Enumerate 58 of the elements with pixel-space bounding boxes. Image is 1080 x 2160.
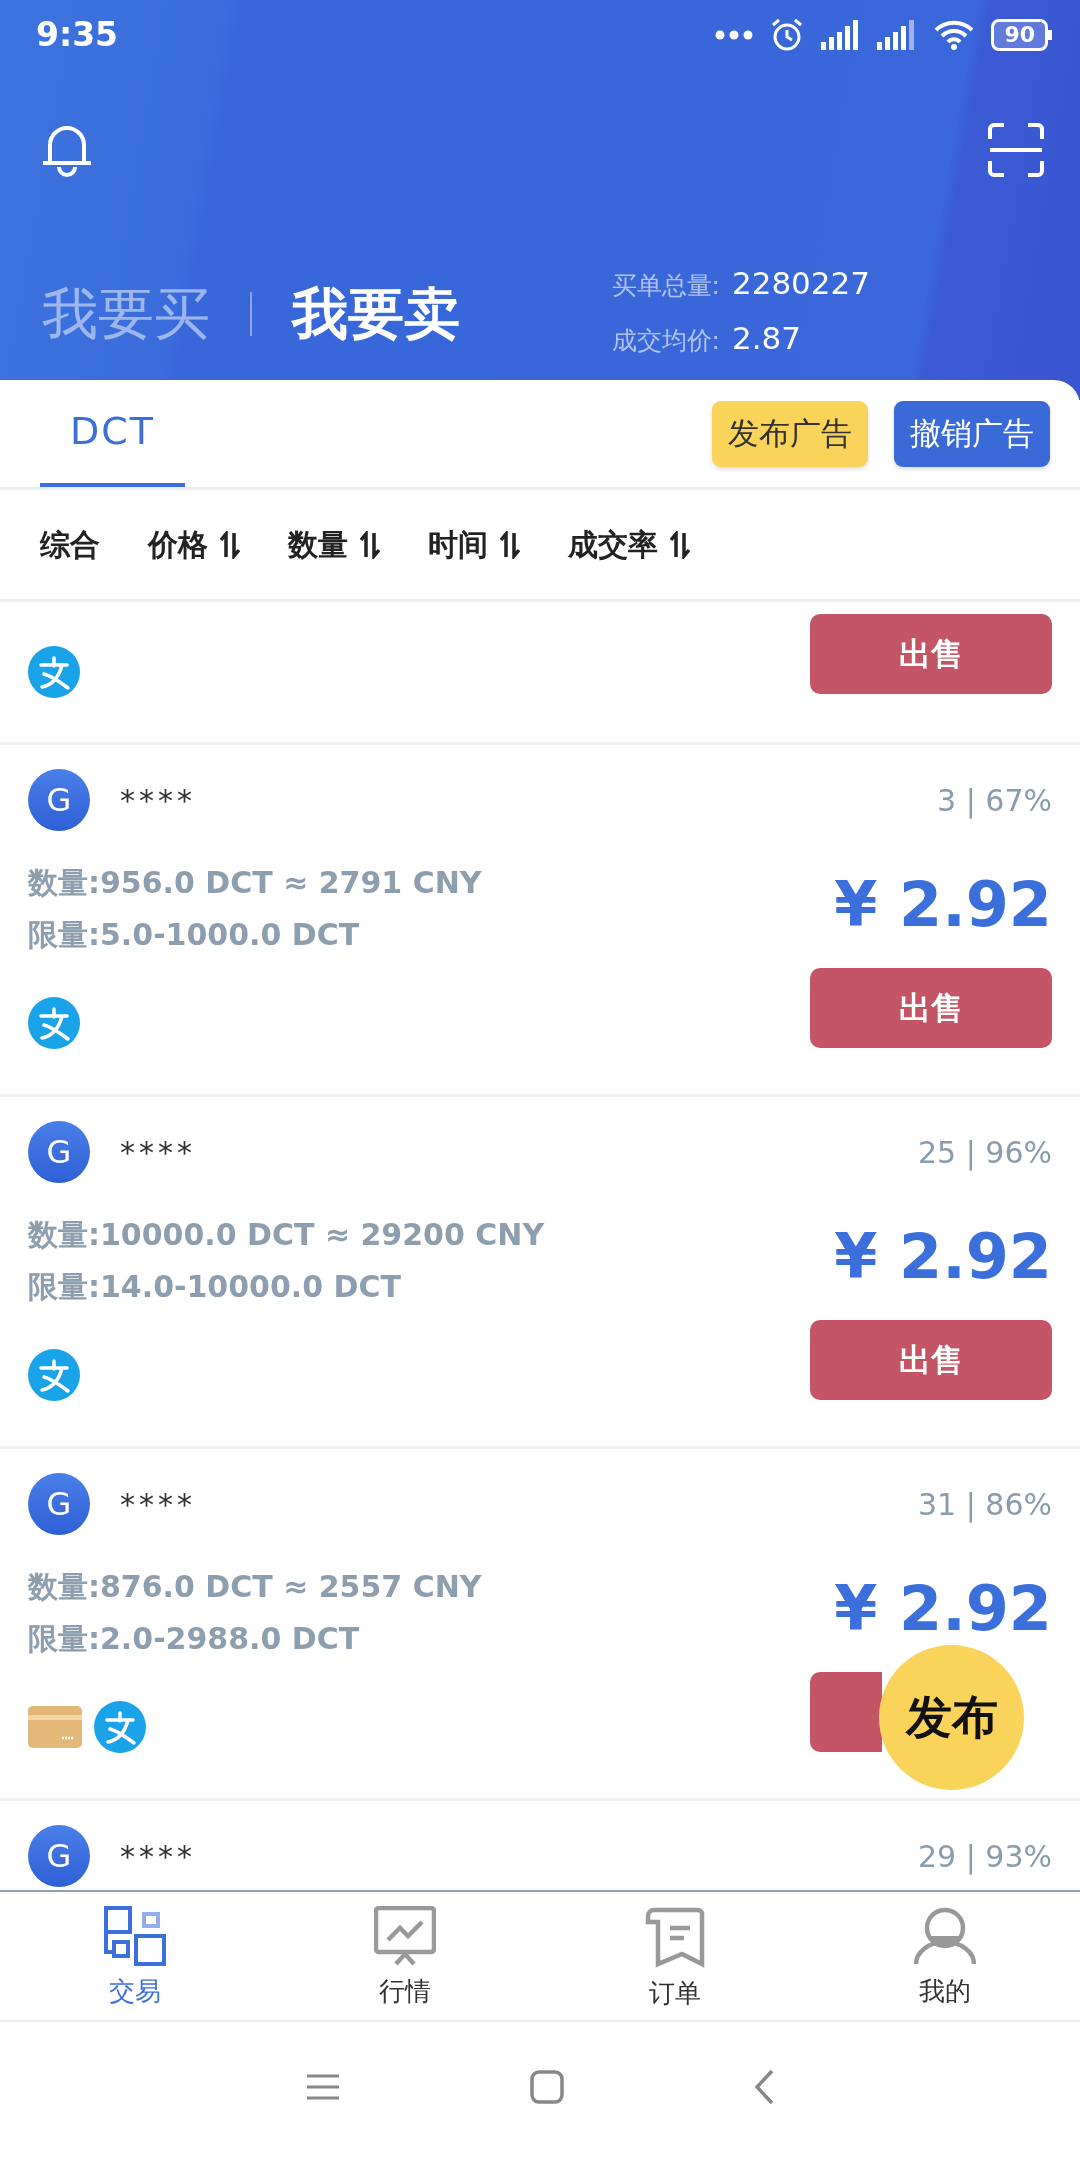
price-text: ¥ 2.92 — [834, 867, 1052, 943]
sort-option[interactable]: 成交率 — [568, 522, 690, 567]
stat-label: 成交均价: — [611, 324, 720, 357]
trade-stats: 25 | 96% — [917, 1133, 1052, 1173]
nav-tab[interactable]: 我的 — [810, 1892, 1080, 2020]
menu-icon[interactable] — [306, 2074, 340, 2100]
sell-button[interactable] — [810, 1672, 882, 1752]
avatar: G — [28, 769, 90, 831]
back-icon[interactable] — [754, 2069, 774, 2105]
sort-option[interactable]: 时间 — [428, 522, 520, 567]
avatar: G — [28, 1121, 90, 1183]
nav-tab[interactable]: 交易 — [0, 1892, 270, 2020]
limit-text: 限量:14.0-10000.0 DCT — [28, 1268, 402, 1306]
sell-button[interactable]: 出售 — [810, 968, 1052, 1048]
trade-stats: 3 | 67% — [937, 781, 1052, 821]
limit-text: 限量:5.0-1000.0 DCT — [28, 916, 361, 954]
alipay-icon — [28, 646, 80, 698]
more-icon — [715, 30, 754, 40]
user-name: **** — [120, 1133, 196, 1172]
trade-stats: 29 | 93% — [917, 1837, 1052, 1877]
sort-option[interactable]: 价格 — [148, 522, 240, 567]
user-icon — [913, 1906, 977, 1966]
sell-button[interactable]: 出售 — [810, 614, 1052, 694]
mode-tab[interactable]: 我要卖 — [292, 272, 460, 356]
amount-text: 数量:956.0 DCT ≈ 2791 CNY — [28, 864, 482, 902]
alipay-icon — [28, 997, 80, 1049]
sell-button[interactable]: 出售 — [810, 1320, 1052, 1400]
price-text: ¥ 2.92 — [834, 1219, 1052, 1295]
status-time: 9:35 — [36, 14, 119, 57]
amount-text: 数量:10000.0 DCT ≈ 29200 CNY — [28, 1216, 545, 1254]
receipt-icon — [644, 1906, 706, 1968]
price-text: ¥ 2.92 — [834, 1571, 1052, 1647]
publish-ad-button[interactable]: 发布广告 — [712, 400, 868, 467]
sort-option[interactable]: 综合 — [40, 522, 100, 567]
user-name: **** — [120, 781, 196, 820]
stat-label: 买单总量: — [611, 270, 720, 302]
wifi-icon — [933, 19, 976, 51]
trade-stats: 31 | 86% — [917, 1485, 1052, 1525]
avatar: G — [28, 1473, 90, 1535]
bank-card-icon — [28, 1706, 82, 1748]
amount-text: 数量:876.0 DCT ≈ 2557 CNY — [28, 1568, 482, 1606]
coin-tab[interactable]: DCT — [40, 380, 185, 487]
avatar: G — [28, 1825, 90, 1887]
squares-icon — [104, 1906, 166, 1966]
user-name: **** — [120, 1837, 196, 1876]
scan-icon[interactable] — [988, 123, 1044, 177]
alipay-icon — [28, 1349, 80, 1401]
sort-option[interactable]: 数量 — [288, 522, 380, 567]
revoke-ad-button[interactable]: 撤销广告 — [894, 400, 1050, 467]
alipay-icon — [94, 1701, 146, 1753]
home-icon[interactable] — [530, 2070, 564, 2104]
limit-text: 限量:2.0-2988.0 DCT — [28, 1620, 361, 1658]
stat-value: 2.87 — [731, 318, 801, 358]
nav-tab[interactable]: 订单 — [540, 1892, 810, 2020]
chart-board-icon — [374, 1906, 436, 1966]
user-name: **** — [120, 1485, 196, 1524]
nav-tab[interactable]: 行情 — [270, 1892, 540, 2020]
stat-value: 2280227 — [731, 264, 870, 303]
